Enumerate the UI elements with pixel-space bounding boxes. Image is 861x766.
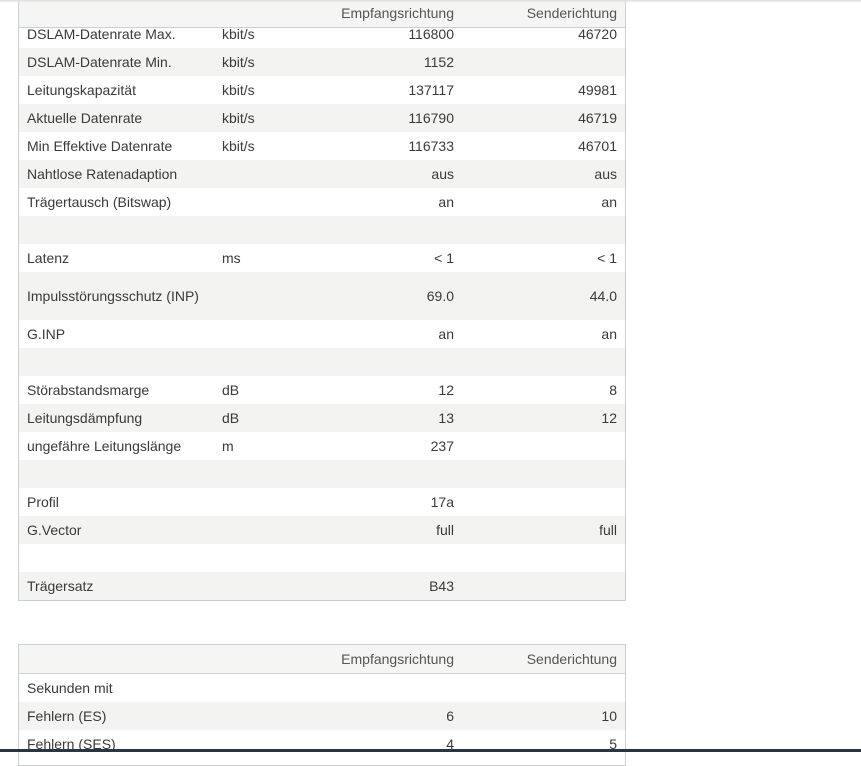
cell-label: Impulsstörungsschutz (INP) (27, 288, 199, 304)
cell-unit: kbit/s (222, 26, 255, 42)
table-row: Fehlern (ES) 6 10 (19, 702, 625, 730)
cell-tx: 8 (609, 382, 617, 398)
cell-unit: kbit/s (222, 54, 255, 70)
cell-tx: an (601, 326, 617, 342)
table-row: Min Effektive Datenrate kbit/s 116733 46701 (19, 132, 625, 160)
cell-unit: kbit/s (222, 138, 255, 154)
table-row: Nahtlose Ratenadaption aus aus (19, 160, 625, 188)
cell-label: Leitungsdämpfung (27, 410, 143, 426)
cell-unit: kbit/s (222, 110, 255, 126)
table-row: G.Vector full full (19, 516, 625, 544)
cell-label: G.Vector (27, 522, 82, 538)
cell-rx: an (438, 326, 454, 342)
cell-rx: 13 (438, 410, 454, 426)
table-row: Latenz ms < 1 < 1 (19, 244, 625, 272)
table-row: Fehlern (SES) 4 5 (19, 730, 625, 758)
table-row: Aktuelle Datenrate kbit/s 116790 46719 (19, 104, 625, 132)
table-row: DSLAM-Datenrate Min. kbit/s 1152 (19, 48, 625, 76)
cell-tx: an (601, 194, 617, 210)
cell-rx: 116800 (408, 26, 454, 42)
dsl-line-table: Empfangsrichtung Senderichtung DSLAM-Dat… (18, 0, 626, 601)
cell-unit: kbit/s (222, 82, 255, 98)
cell-tx: aus (594, 166, 617, 182)
table-row: Leitungsdämpfung dB 13 12 (19, 404, 625, 432)
cell-label: Sekunden mit (27, 680, 113, 696)
table-row (19, 460, 625, 488)
table-row: ungefähre Leitungslänge m 237 (19, 432, 625, 460)
table-row: G.INP an an (19, 320, 625, 348)
cell-label: Aktuelle Datenrate (27, 110, 143, 126)
table-row: Trägertausch (Bitswap) an an (19, 188, 625, 216)
cell-rx: 116790 (408, 110, 454, 126)
cell-label: Min Effektive Datenrate (27, 138, 173, 154)
error-stats-table: Empfangsrichtung Senderichtung Sekunden … (18, 644, 626, 766)
cell-tx: 49981 (578, 82, 617, 98)
cell-label: ungefähre Leitungslänge (27, 438, 182, 454)
cell-tx: 10 (601, 708, 617, 724)
header-tx: Senderichtung (526, 651, 617, 667)
cell-tx: 44.0 (589, 288, 617, 304)
cell-label: G.INP (27, 326, 66, 342)
cell-label: Fehlern (ES) (27, 708, 107, 724)
cell-rx: B43 (429, 578, 454, 594)
cell-label: Trägertausch (Bitswap) (27, 194, 172, 210)
cell-tx: 46701 (578, 138, 617, 154)
cell-rx: 137117 (408, 82, 454, 98)
cell-rx: < 1 (434, 250, 454, 266)
table-row: Trägersatz B43 (19, 572, 625, 600)
cell-tx: 12 (601, 410, 617, 426)
cell-label: DSLAM-Datenrate Min. (27, 54, 172, 70)
cell-rx: 237 (430, 438, 454, 454)
header-rx: Empfangsrichtung (341, 5, 454, 21)
table-body: Sekunden mit Fehlern (ES) 6 10 Fehlern (SES)… (19, 674, 625, 758)
cell-rx: 6 (446, 708, 454, 724)
cell-label: Profil (27, 494, 59, 510)
cell-unit: dB (222, 410, 240, 426)
cell-rx: 116733 (408, 138, 454, 154)
table-row: Störabstandsmarge dB 12 8 (19, 376, 625, 404)
header-rx: Empfangsrichtung (341, 651, 454, 667)
table-header: Empfangsrichtung Senderichtung (19, 645, 625, 674)
cell-unit: ms (222, 250, 241, 266)
table-row: Impulsstörungsschutz (INP) 69.0 44.0 (19, 272, 625, 320)
table-row: Leitungskapazität kbit/s 137117 49981 (19, 76, 625, 104)
cell-rx: 69.0 (426, 288, 454, 304)
cell-rx: 17a (430, 494, 454, 510)
table-row (19, 348, 625, 376)
table-row (19, 216, 625, 244)
cell-label: Latenz (27, 250, 70, 266)
table-row (19, 544, 625, 572)
cell-rx: aus (431, 166, 454, 182)
header-tx: Senderichtung (526, 5, 617, 21)
table-body: DSLAM-Datenrate Max. kbit/s 116800 46720 DSL… (19, 20, 625, 600)
table-row: Sekunden mit (19, 674, 625, 702)
cell-unit: dB (222, 382, 240, 398)
cell-label: Nahtlose Ratenadaption (27, 166, 178, 182)
cell-rx: 1152 (423, 54, 454, 70)
cell-rx: an (438, 194, 454, 210)
cell-tx: 46719 (578, 110, 617, 126)
cell-tx: 46720 (578, 26, 617, 42)
table-header: Empfangsrichtung Senderichtung (19, 0, 625, 28)
cell-label: Leitungskapazität (27, 82, 136, 98)
cell-rx: full (436, 522, 454, 538)
cell-tx: full (599, 522, 617, 538)
cell-unit: m (222, 438, 234, 454)
table-row: Profil 17a (19, 488, 625, 516)
cell-label: Trägersatz (27, 578, 94, 594)
top-shadow (0, 0, 861, 3)
cell-rx: 12 (438, 382, 454, 398)
cell-tx: < 1 (597, 250, 617, 266)
cell-label: Störabstandsmarge (27, 382, 150, 398)
